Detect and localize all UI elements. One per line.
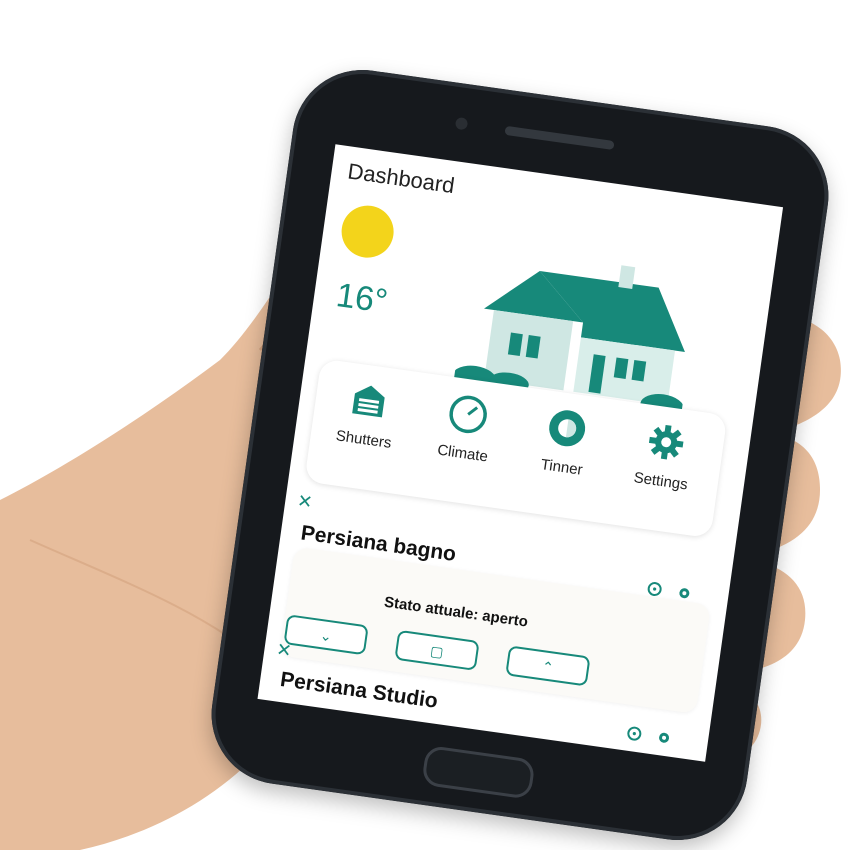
nav-label-settings: Settings [632,469,689,494]
gear-icon[interactable] [675,584,693,602]
garage-icon [352,385,385,418]
close-icon[interactable]: ✕ [275,639,293,662]
nav-settings[interactable]: Settings [611,415,714,527]
close-icon[interactable]: ✕ [296,491,314,514]
nav-climate[interactable]: Climate [413,387,516,499]
tint-circle-icon [549,410,586,447]
home-button[interactable] [421,744,536,800]
sun-icon [338,202,397,261]
info-icon[interactable] [646,580,664,598]
front-camera [454,116,469,131]
nav-shutters[interactable]: Shutters [314,373,417,485]
nav-tinner[interactable]: Tinner [512,401,615,513]
phone-body: Dashboard 16° Shutters Climate Tinner Se… [202,60,838,850]
shutter-title: Persiana Studio [278,667,440,713]
nav-label-shutters: Shutters [334,427,393,452]
nav-label-tinner: Tinner [539,456,584,479]
page-title: Dashboard [346,158,457,199]
earpiece [504,125,615,151]
info-icon[interactable] [625,725,643,743]
phone: Dashboard 16° Shutters Climate Tinner Se… [202,60,838,850]
nav-label-climate: Climate [436,441,490,466]
app-screen: Dashboard 16° Shutters Climate Tinner Se… [257,144,784,762]
temperature-readout: 16° [333,276,391,321]
gear-icon [648,424,684,460]
gauge-icon [449,395,487,434]
gear-icon[interactable] [655,729,673,747]
